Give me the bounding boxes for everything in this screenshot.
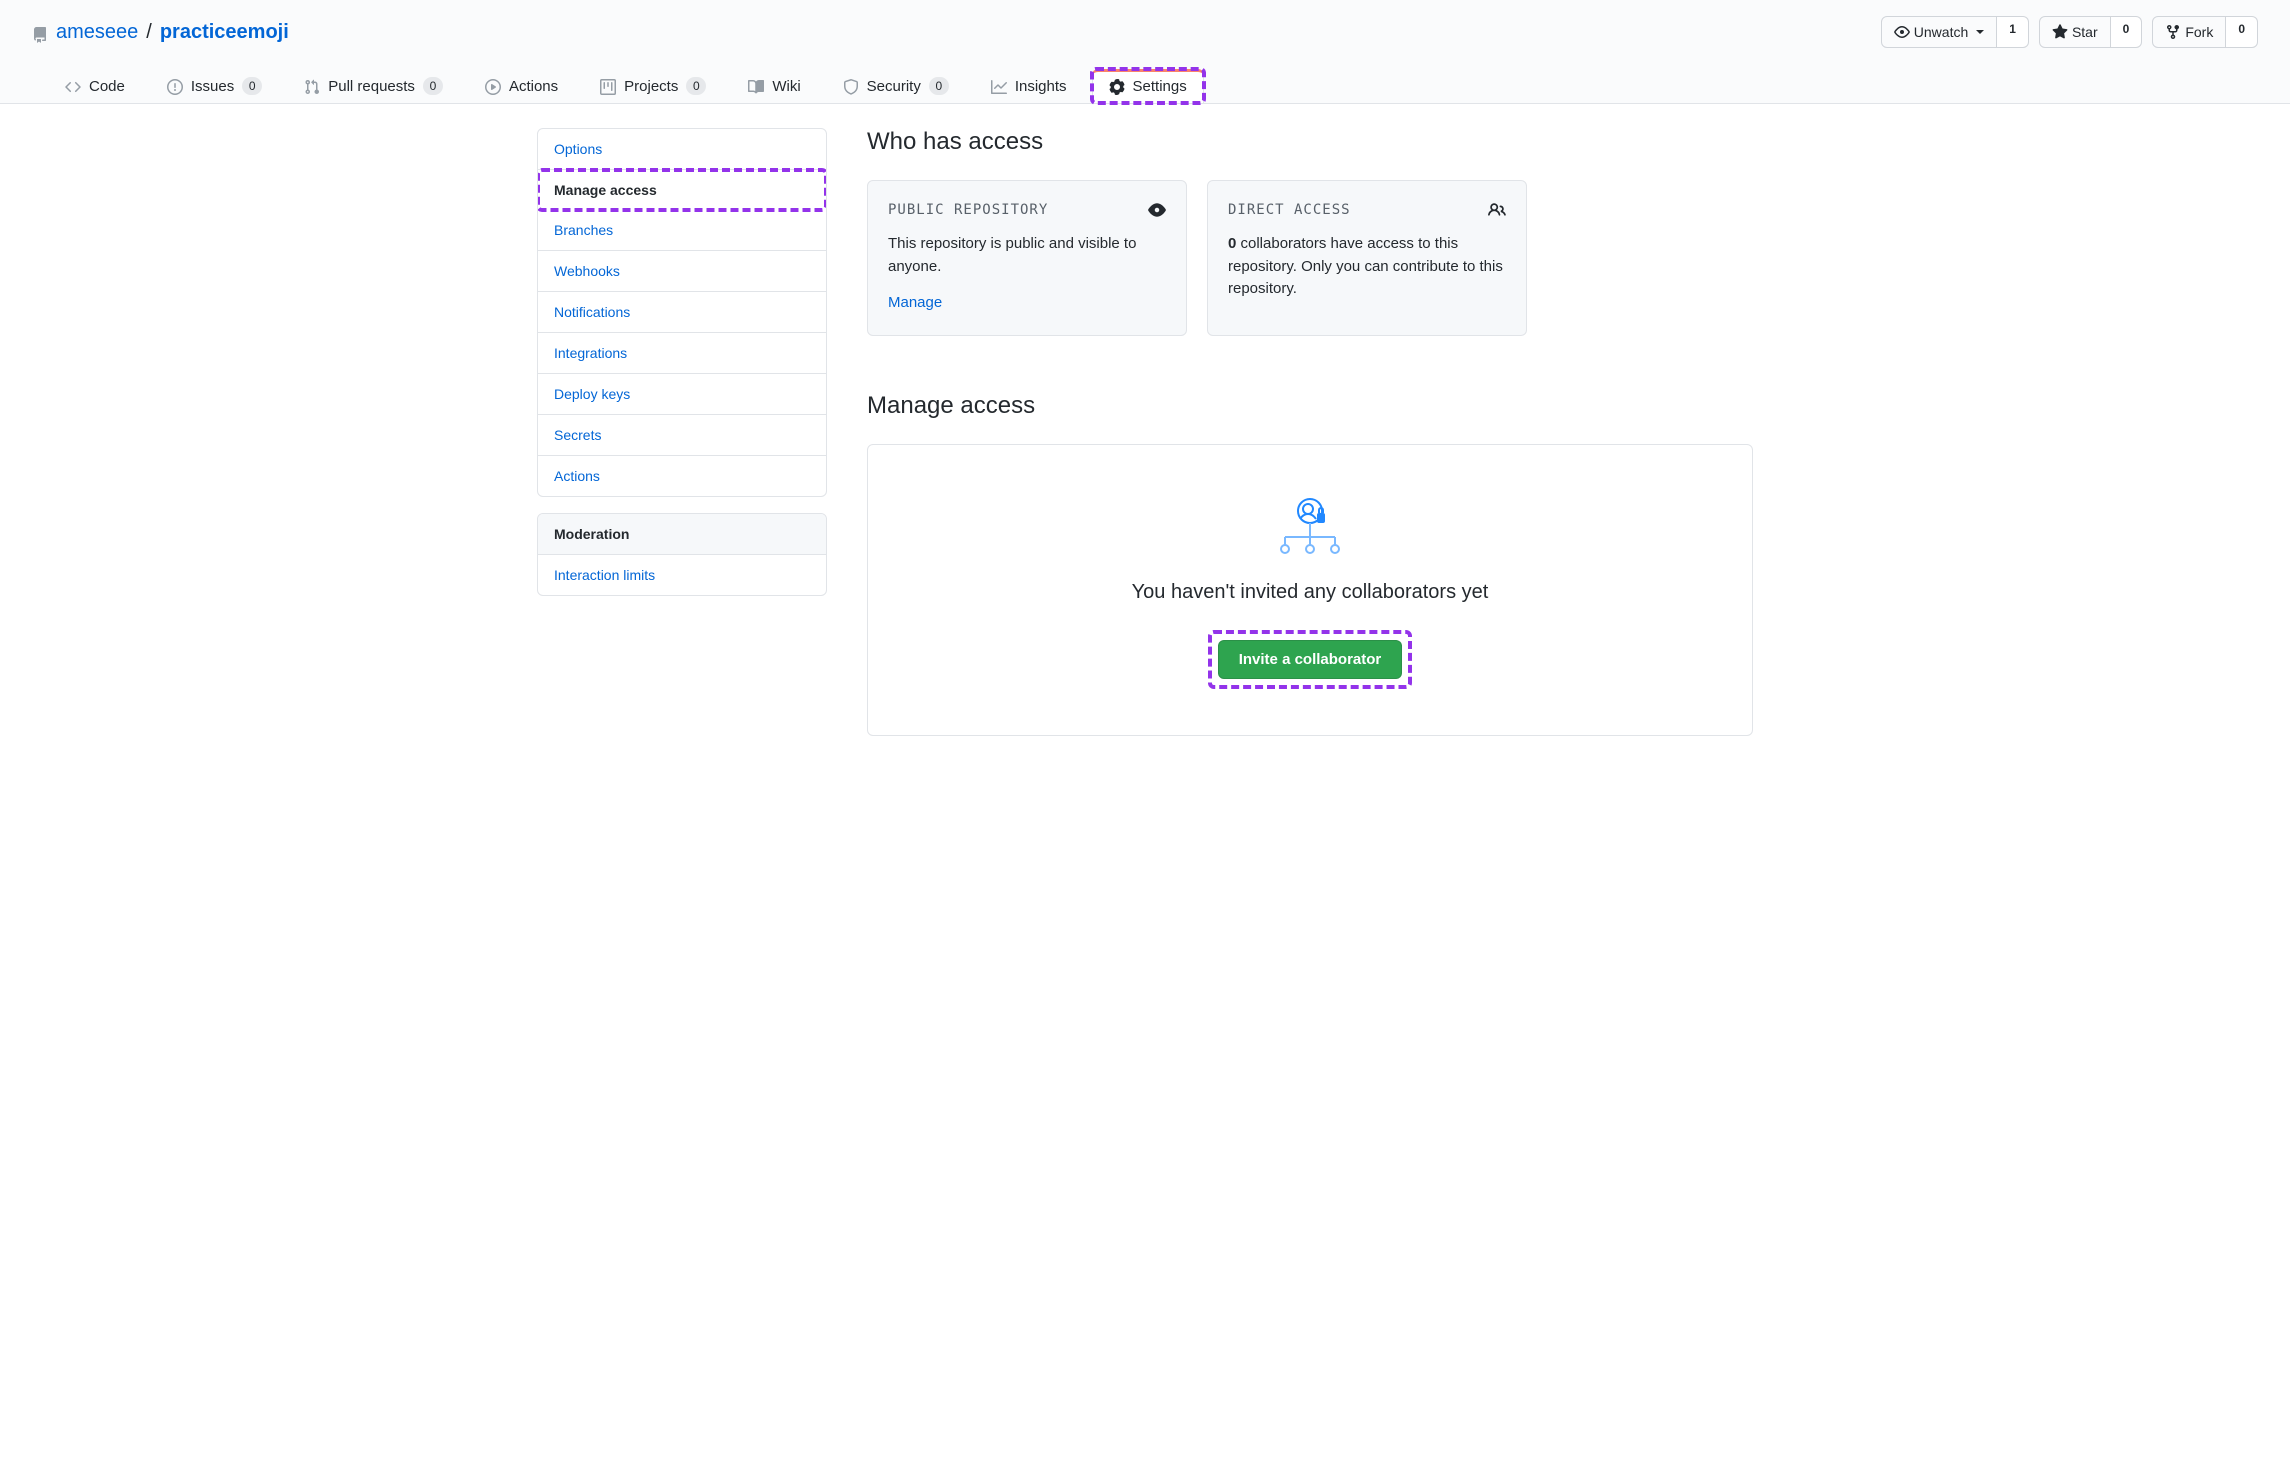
tab-counter: 0 — [929, 77, 949, 95]
highlight-invite: Invite a collaborator — [1210, 632, 1411, 687]
collaborators-illustration-icon — [1275, 493, 1345, 557]
repo-owner-link[interactable]: ameseee — [56, 21, 138, 44]
git-pull-request-icon — [304, 78, 320, 95]
tab-label: Insights — [1015, 78, 1067, 95]
unwatch-button[interactable]: Unwatch — [1881, 16, 1997, 48]
eye-icon — [1894, 22, 1910, 42]
tab-label: Security — [867, 78, 921, 95]
caret-down-icon — [1976, 30, 1984, 34]
sidebar-item-branches[interactable]: Branches — [538, 210, 826, 251]
fork-icon — [2165, 22, 2181, 42]
tab-security[interactable]: Security 0 — [826, 68, 966, 103]
repo-header: ameseee / practiceemoji Unwatch 1 Star 0 — [0, 0, 2290, 104]
repo-title: ameseee / practiceemoji — [32, 21, 289, 44]
tab-settings[interactable]: Settings — [1092, 69, 1204, 103]
unwatch-label: Unwatch — [1914, 22, 1968, 42]
manage-link[interactable]: Manage — [888, 292, 942, 315]
sidebar-item-actions[interactable]: Actions — [538, 456, 826, 496]
direct-access-card: DIRECT ACCESS 0 collaborators have acces… — [1207, 180, 1527, 336]
who-has-access-title: Who has access — [867, 128, 1753, 156]
content-area: Who has access PUBLIC REPOSITORY This re… — [867, 128, 1753, 736]
settings-sidebar: Options Manage access Branches Webhooks … — [537, 128, 827, 736]
sidebar-item-interaction-limits[interactable]: Interaction limits — [538, 555, 826, 595]
star-label: Star — [2072, 22, 2098, 42]
tab-pull-requests[interactable]: Pull requests 0 — [287, 68, 460, 103]
invite-collaborator-button[interactable]: Invite a collaborator — [1218, 640, 1403, 679]
tab-label: Actions — [509, 78, 558, 95]
play-icon — [485, 78, 501, 95]
tab-counter: 0 — [686, 77, 706, 95]
sidebar-item-notifications[interactable]: Notifications — [538, 292, 826, 333]
tab-label: Settings — [1133, 78, 1187, 95]
manage-access-box: You haven't invited any collaborators ye… — [867, 444, 1753, 736]
public-repo-text: This repository is public and visible to… — [888, 235, 1136, 275]
star-button[interactable]: Star — [2039, 16, 2111, 48]
tab-counter: 0 — [423, 77, 443, 95]
watch-count[interactable]: 1 — [1997, 16, 2029, 48]
tab-counter: 0 — [242, 77, 262, 95]
repo-actions: Unwatch 1 Star 0 Fork 0 — [1881, 16, 2258, 48]
repo-name-link[interactable]: practiceemoji — [160, 21, 289, 43]
empty-state-heading: You haven't invited any collaborators ye… — [916, 581, 1704, 604]
tab-label: Pull requests — [328, 78, 415, 95]
sidebar-item-webhooks[interactable]: Webhooks — [538, 251, 826, 292]
sidebar-item-options[interactable]: Options — [538, 129, 826, 170]
tab-wiki[interactable]: Wiki — [731, 69, 817, 103]
star-icon — [2052, 22, 2068, 42]
tab-code[interactable]: Code — [48, 69, 142, 103]
access-cards: PUBLIC REPOSITORY This repository is pub… — [867, 180, 1753, 336]
highlight-settings: Settings — [1092, 69, 1204, 103]
tab-actions[interactable]: Actions — [468, 69, 575, 103]
sidebar-heading-moderation: Moderation — [538, 514, 826, 555]
tab-label: Projects — [624, 78, 678, 95]
repo-separator: / — [146, 21, 152, 44]
sidebar-group-moderation: Moderation Interaction limits — [537, 513, 827, 596]
book-icon — [748, 78, 764, 95]
public-repo-body: This repository is public and visible to… — [888, 233, 1166, 315]
sidebar-item-integrations[interactable]: Integrations — [538, 333, 826, 374]
main-content: Options Manage access Branches Webhooks … — [505, 104, 1785, 760]
project-icon — [600, 78, 616, 95]
fork-count[interactable]: 0 — [2226, 16, 2258, 48]
direct-access-text: collaborators have access to this reposi… — [1228, 235, 1503, 297]
code-icon — [65, 78, 81, 95]
fork-group: Fork 0 — [2152, 16, 2258, 48]
highlight-manage-access: Manage access — [538, 170, 826, 210]
direct-access-title: DIRECT ACCESS — [1228, 202, 1351, 218]
star-count[interactable]: 0 — [2111, 16, 2143, 48]
sidebar-item-deploy-keys[interactable]: Deploy keys — [538, 374, 826, 415]
people-icon — [1488, 201, 1506, 219]
public-repo-card: PUBLIC REPOSITORY This repository is pub… — [867, 180, 1187, 336]
direct-access-body: 0 collaborators have access to this repo… — [1228, 233, 1506, 301]
repo-tabs: Code Issues 0 Pull requests 0 Actions Pr… — [32, 68, 2258, 103]
graph-icon — [991, 78, 1007, 95]
sidebar-item-manage-access[interactable]: Manage access — [538, 170, 826, 210]
issue-icon — [167, 78, 183, 95]
eye-icon — [1148, 201, 1166, 219]
manage-access-title: Manage access — [867, 392, 1753, 420]
sidebar-item-secrets[interactable]: Secrets — [538, 415, 826, 456]
tab-label: Wiki — [772, 78, 800, 95]
tab-label: Issues — [191, 78, 234, 95]
tab-projects[interactable]: Projects 0 — [583, 68, 723, 103]
tab-issues[interactable]: Issues 0 — [150, 68, 279, 103]
fork-label: Fork — [2185, 22, 2213, 42]
fork-button[interactable]: Fork — [2152, 16, 2226, 48]
sidebar-group-main: Options Manage access Branches Webhooks … — [537, 128, 827, 497]
tab-insights[interactable]: Insights — [974, 69, 1084, 103]
public-repo-title: PUBLIC REPOSITORY — [888, 202, 1048, 218]
gear-icon — [1109, 78, 1125, 95]
shield-icon — [843, 78, 859, 95]
watch-group: Unwatch 1 — [1881, 16, 2029, 48]
tab-label: Code — [89, 78, 125, 95]
star-group: Star 0 — [2039, 16, 2142, 48]
repo-icon — [32, 21, 48, 44]
